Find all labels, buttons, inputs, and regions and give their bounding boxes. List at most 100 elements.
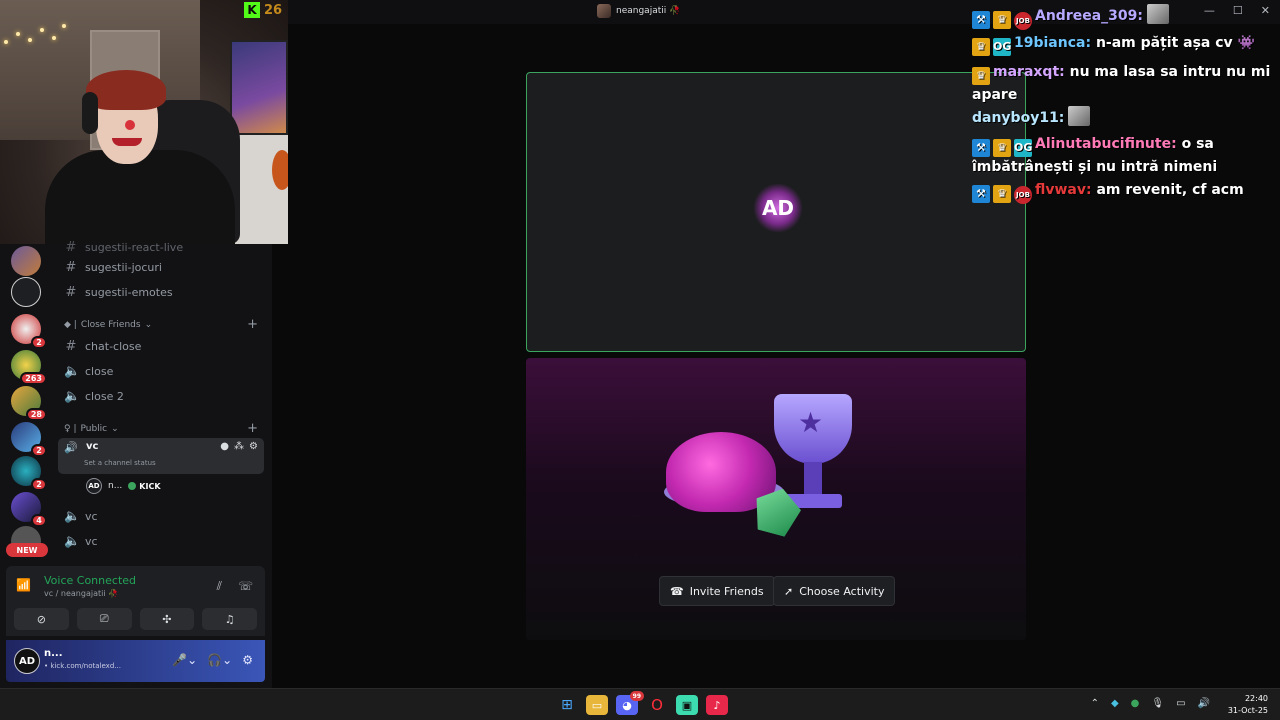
security-icon[interactable]: ◆ xyxy=(1111,698,1119,709)
chevron-down-icon: ⌄ xyxy=(111,424,119,434)
server-icon-1[interactable] xyxy=(11,246,41,276)
chat-username: flvwav: xyxy=(1035,182,1092,198)
add-user-icon: ☎ xyxy=(670,584,684,598)
channel-partial[interactable]: # sugestii-react-live xyxy=(64,236,184,258)
microphone-icon[interactable]: 🎤⌄ xyxy=(172,653,197,667)
speaker-icon: 🔈 xyxy=(64,388,81,404)
network-icon[interactable]: ▭ xyxy=(1176,698,1185,709)
kick-tag-label: KICK xyxy=(139,481,161,491)
windows-start-icon[interactable]: ⊞ xyxy=(556,695,578,715)
hash-icon: # xyxy=(65,259,77,275)
user-avatar[interactable]: AD xyxy=(14,648,40,674)
cam-clown-mouth xyxy=(112,138,142,146)
channel-sugestii-emotes[interactable]: # sugestii-emotes xyxy=(64,281,173,303)
member-avatar: AD xyxy=(86,478,102,494)
crystal-icon: ◆ | xyxy=(64,320,77,330)
add-channel-button[interactable]: + xyxy=(247,421,258,436)
noise-suppression-icon[interactable]: ⫽ xyxy=(217,579,222,594)
screen: neangajatii 🥀 — ☐ ✕ AD ★ ☎ Invite Friend… xyxy=(0,0,1280,720)
volume-icon[interactable]: 🔊 xyxy=(1198,698,1210,709)
channel-chat-close[interactable]: # chat-close xyxy=(64,335,142,357)
kick-logo-icon: K xyxy=(244,2,260,18)
gear-icon[interactable]: ⚙ xyxy=(249,441,258,452)
file-explorer-icon[interactable]: ▭ xyxy=(586,695,608,715)
voice-connected-title: Voice Connected xyxy=(44,574,137,587)
crown-icon: ♛ xyxy=(993,139,1011,157)
server-icon-3[interactable]: 2 xyxy=(11,314,47,349)
server-badge: 2 xyxy=(31,336,47,349)
streamlabs-icon[interactable]: ▣ xyxy=(676,695,698,715)
webcam-overlay: K 26 xyxy=(0,0,288,244)
server-icon-4[interactable]: 263 xyxy=(11,350,47,385)
category-close-friends[interactable]: ◆ | Close Friends ⌄ xyxy=(64,320,152,330)
channel-status-hint[interactable]: Set a channel status xyxy=(84,459,156,467)
speaker-icon: 🔊 xyxy=(64,441,78,454)
channel-label: sugestii-react-live xyxy=(85,240,184,254)
channel-close[interactable]: 🔈 close xyxy=(64,360,113,382)
ad-logo-avatar: AD xyxy=(753,183,803,233)
gear-icon[interactable]: ⚙ xyxy=(242,653,253,667)
server-badge: 263 xyxy=(20,372,47,385)
server-icon-8[interactable]: 4 xyxy=(11,492,47,527)
channel-sugestii-jocuri[interactable]: # sugestii-jocuri xyxy=(64,256,162,278)
og-badge-icon: OG xyxy=(1014,139,1032,157)
crown-icon: ♛ xyxy=(972,38,990,56)
server-icon-6[interactable]: 2 xyxy=(11,422,47,457)
disconnect-icon[interactable]: ☏ xyxy=(238,579,253,594)
channel-close-2[interactable]: 🔈 close 2 xyxy=(64,385,124,407)
user-name[interactable]: n... xyxy=(44,648,63,659)
chat-username: 19bianca: xyxy=(1014,35,1092,51)
channel-label: vc xyxy=(85,509,98,523)
server-icon-2[interactable] xyxy=(11,277,41,307)
opera-icon[interactable]: O xyxy=(646,695,668,715)
user-controls: 🎤⌄ 🎧⌄ ⚙ xyxy=(172,653,253,667)
server-icon-7[interactable]: 2 xyxy=(11,456,47,491)
category-public[interactable]: ♀ | Public ⌄ xyxy=(64,424,119,434)
clock[interactable]: 22:40 31-Oct-25 xyxy=(1218,693,1268,717)
headphones-icon[interactable]: 🎧⌄ xyxy=(207,653,232,667)
cam-string-lights xyxy=(0,10,80,70)
invite-friends-button[interactable]: ☎ Invite Friends xyxy=(659,576,775,606)
voice-connected-channel[interactable]: vc / neangajatii 🥀 xyxy=(44,589,118,598)
vc-member[interactable]: AD n... KICK xyxy=(86,478,161,494)
stream-tile[interactable]: AD xyxy=(526,72,1026,352)
hash-icon: # xyxy=(65,284,77,300)
chat-username: danyboy11: xyxy=(972,110,1065,126)
server-badge: 2 xyxy=(31,478,47,491)
chat-message: danyboy11: xyxy=(972,106,1272,128)
server-badge: 28 xyxy=(25,408,47,421)
window-title: neangajatii 🥀 xyxy=(597,4,680,18)
choose-activity-button[interactable]: ➚ Choose Activity xyxy=(773,576,896,606)
rocket-icon: ➚ xyxy=(784,584,794,598)
add-channel-button[interactable]: + xyxy=(247,317,258,332)
crown-icon: ♛ xyxy=(993,185,1011,203)
screen-share-button[interactable]: ⎚ xyxy=(76,608,132,630)
channel-vc-3[interactable]: 🔈 vc xyxy=(64,530,98,552)
vc-actions: ● ⁂ ⚙ xyxy=(220,441,258,452)
channel-label: vc xyxy=(85,534,98,548)
status-dot-icon[interactable]: ● xyxy=(1131,698,1140,709)
microphone-icon[interactable]: 🎙 xyxy=(1151,698,1164,709)
camera-off-button[interactable]: ⊘ xyxy=(14,608,69,630)
activities-button[interactable]: ✣ xyxy=(139,608,195,630)
signal-icon[interactable]: 📶 xyxy=(16,578,38,596)
emote-icon xyxy=(1147,4,1169,24)
chevron-up-icon[interactable]: ⌃ xyxy=(1091,698,1099,709)
soundboard-button[interactable]: ♫ xyxy=(202,608,257,630)
moderator-icon: ⚒ xyxy=(972,139,990,157)
chat-username: Alinutabucifinute: xyxy=(1035,136,1177,152)
invite-icon[interactable]: ⁂ xyxy=(234,441,244,452)
chat-message: ⚒ ♛ JOB flvwav: am revenit, cf acm xyxy=(972,180,1272,204)
channel-label: chat-close xyxy=(85,339,142,353)
taskbar: ⊞ ▭ ◕ 99 O ▣ ♪ ⌃ ◆ ● 🎙 ▭ 🔊 22:40 31-Oct-2… xyxy=(0,688,1280,720)
active-voice-channel[interactable]: 🔊 vc Set a channel status ● ⁂ ⚙ xyxy=(58,438,264,474)
speaker-icon: 🔈 xyxy=(64,508,81,524)
channel-vc-2[interactable]: 🔈 vc xyxy=(64,505,98,527)
chat-bubble-icon[interactable]: ● xyxy=(220,441,229,452)
discord-icon[interactable]: ◕ 99 xyxy=(616,691,644,715)
tiktok-icon[interactable]: ♪ xyxy=(706,695,728,715)
channel-label: close xyxy=(85,364,114,378)
pin-icon: ♀ | xyxy=(64,424,77,434)
chat-text: n-am pățit așa cv 👾 xyxy=(1095,35,1255,51)
server-icon-5[interactable]: 28 xyxy=(11,386,47,421)
